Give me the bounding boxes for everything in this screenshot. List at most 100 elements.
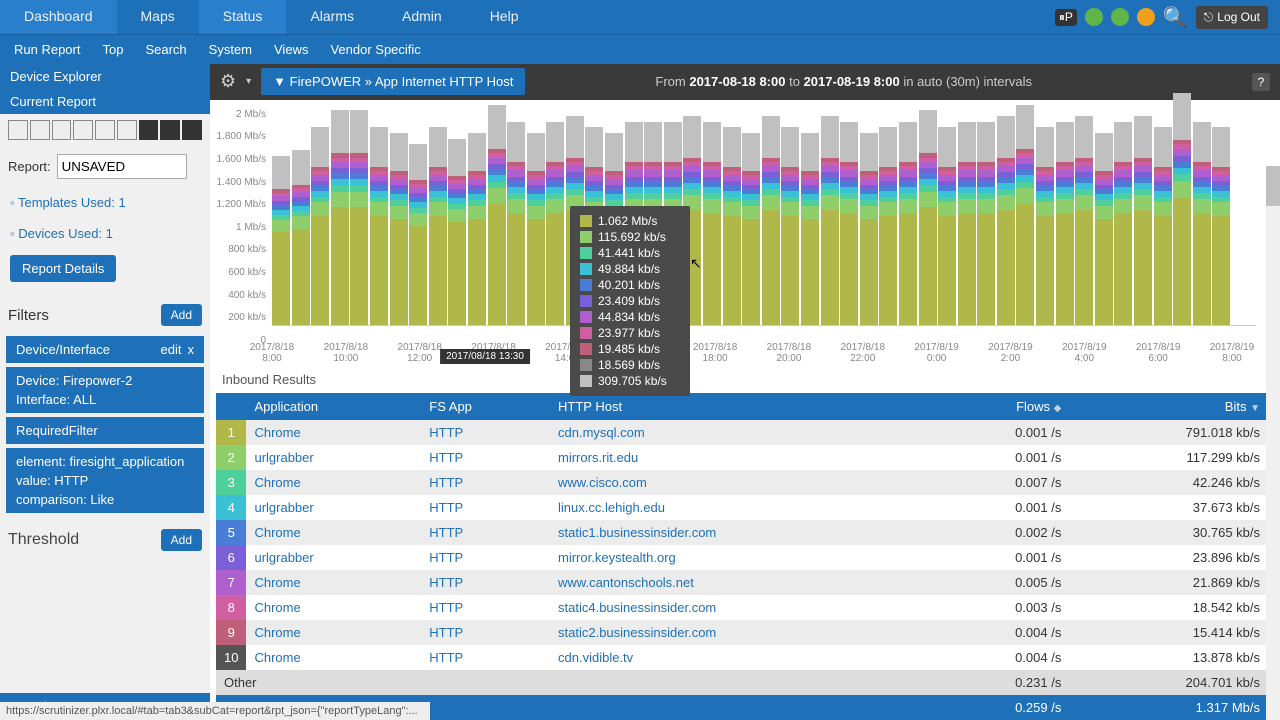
- fsapp-link[interactable]: HTTP: [429, 525, 463, 540]
- table-row[interactable]: 10ChromeHTTPcdn.vidible.tv0.004 /s13.878…: [216, 645, 1268, 670]
- host-link[interactable]: static2.businessinsider.com: [558, 625, 716, 640]
- col-fsapp[interactable]: FS App: [421, 393, 550, 420]
- chart-bar[interactable]: [1173, 93, 1191, 325]
- nav-system[interactable]: System: [209, 42, 252, 57]
- chart-bar[interactable]: [292, 150, 310, 325]
- chart[interactable]: 2017/08/18 13:30 ↖ 2 Mb/s1.800 Mb/s1.600…: [210, 100, 1280, 366]
- status-ok2-icon[interactable]: [1111, 8, 1129, 26]
- nav-vendor[interactable]: Vendor Specific: [330, 42, 420, 57]
- chart-bar[interactable]: [958, 122, 976, 325]
- chart-bar[interactable]: [1114, 122, 1132, 325]
- chart-bar[interactable]: [703, 122, 721, 325]
- chart-bar[interactable]: [507, 122, 525, 325]
- nav-top[interactable]: Top: [102, 42, 123, 57]
- app-link[interactable]: urlgrabber: [254, 450, 313, 465]
- tab-alarms[interactable]: Alarms: [286, 0, 378, 34]
- chart-bar[interactable]: [997, 116, 1015, 325]
- status-warn-icon[interactable]: [1137, 8, 1155, 26]
- tab-dashboard[interactable]: Dashboard: [0, 0, 117, 34]
- col-bits[interactable]: Bits ▼: [1069, 393, 1268, 420]
- chart-bar[interactable]: [742, 133, 760, 325]
- col-application[interactable]: Application: [246, 393, 421, 420]
- search-icon[interactable]: 🔍: [1163, 5, 1188, 30]
- breadcrumb[interactable]: ▼ FirePOWER » App Internet HTTP Host: [261, 68, 525, 95]
- app-link[interactable]: urlgrabber: [254, 500, 313, 515]
- chart-bar[interactable]: [1075, 116, 1093, 325]
- host-link[interactable]: static1.businessinsider.com: [558, 525, 716, 540]
- chart-bar[interactable]: [762, 116, 780, 325]
- chart-bar[interactable]: [350, 110, 368, 325]
- table-row[interactable]: 1ChromeHTTPcdn.mysql.com0.001 /s791.018 …: [216, 420, 1268, 445]
- chart-bar[interactable]: [840, 122, 858, 325]
- host-link[interactable]: mirror.keystealth.org: [558, 550, 676, 565]
- tab-status[interactable]: Status: [199, 0, 287, 34]
- table-row[interactable]: 9ChromeHTTPstatic2.businessinsider.com0.…: [216, 620, 1268, 645]
- fsapp-link[interactable]: HTTP: [429, 575, 463, 590]
- nav-run-report[interactable]: Run Report: [14, 42, 80, 57]
- app-link[interactable]: Chrome: [254, 425, 300, 440]
- filter-close-icon[interactable]: x: [188, 342, 195, 357]
- tab-maps[interactable]: Maps: [117, 0, 199, 34]
- chart-bar[interactable]: [1154, 127, 1172, 325]
- tool-icon-1[interactable]: [8, 120, 28, 140]
- templates-used[interactable]: ◦ Templates Used: 1: [0, 187, 210, 218]
- host-link[interactable]: cdn.mysql.com: [558, 425, 645, 440]
- col-flows[interactable]: Flows ◆: [933, 393, 1070, 420]
- fsapp-link[interactable]: HTTP: [429, 450, 463, 465]
- export-csv-icon[interactable]: [139, 120, 159, 140]
- app-link[interactable]: Chrome: [254, 525, 300, 540]
- col-num[interactable]: [216, 393, 246, 420]
- tool-icon-5[interactable]: [95, 120, 115, 140]
- fsapp-link[interactable]: HTTP: [429, 550, 463, 565]
- status-ok-icon[interactable]: [1085, 8, 1103, 26]
- gear-icon[interactable]: ⚙: [220, 71, 236, 92]
- add-filter-button[interactable]: Add: [161, 304, 202, 326]
- chart-bar[interactable]: [448, 139, 466, 325]
- fsapp-link[interactable]: HTTP: [429, 425, 463, 440]
- host-link[interactable]: cdn.vidible.tv: [558, 650, 633, 665]
- app-link[interactable]: Chrome: [254, 600, 300, 615]
- filter-required[interactable]: RequiredFilter: [6, 417, 204, 444]
- sidebar-device-explorer[interactable]: Device Explorer: [0, 64, 210, 89]
- report-details-button[interactable]: Report Details: [10, 255, 116, 282]
- host-link[interactable]: www.cisco.com: [558, 475, 647, 490]
- host-link[interactable]: linux.cc.lehigh.edu: [558, 500, 665, 515]
- table-row[interactable]: 6urlgrabberHTTPmirror.keystealth.org0.00…: [216, 545, 1268, 570]
- chart-bar[interactable]: [1036, 127, 1054, 325]
- nav-views[interactable]: Views: [274, 42, 308, 57]
- app-link[interactable]: Chrome: [254, 575, 300, 590]
- help-icon[interactable]: ?: [1252, 73, 1270, 91]
- chart-bar[interactable]: [370, 127, 388, 325]
- report-name-input[interactable]: [57, 154, 187, 179]
- host-link[interactable]: static4.businessinsider.com: [558, 600, 716, 615]
- table-row[interactable]: 7ChromeHTTPwww.cantonschools.net0.005 /s…: [216, 570, 1268, 595]
- chart-bar[interactable]: [977, 122, 995, 325]
- chart-bar[interactable]: [1193, 122, 1211, 325]
- chart-bar[interactable]: [272, 156, 290, 325]
- tool-icon-3[interactable]: [52, 120, 72, 140]
- table-row[interactable]: 5ChromeHTTPstatic1.businessinsider.com0.…: [216, 520, 1268, 545]
- chart-bar[interactable]: [821, 116, 839, 325]
- fsapp-link[interactable]: HTTP: [429, 600, 463, 615]
- tool-icon-6[interactable]: [117, 120, 137, 140]
- app-link[interactable]: Chrome: [254, 475, 300, 490]
- export-pdf-icon[interactable]: [160, 120, 180, 140]
- col-host[interactable]: HTTP Host: [550, 393, 933, 420]
- fsapp-link[interactable]: HTTP: [429, 500, 463, 515]
- tool-icon-4[interactable]: [73, 120, 93, 140]
- chart-bar[interactable]: [546, 122, 564, 325]
- chart-bar[interactable]: [1095, 133, 1113, 325]
- chart-bar[interactable]: [1134, 116, 1152, 325]
- app-link[interactable]: Chrome: [254, 650, 300, 665]
- sidebar-current-report[interactable]: Current Report: [0, 89, 210, 114]
- app-link[interactable]: Chrome: [254, 625, 300, 640]
- park-icon[interactable]: ⏸P: [1055, 9, 1077, 26]
- export-mail-icon[interactable]: [182, 120, 202, 140]
- chart-bar[interactable]: [919, 110, 937, 325]
- table-row[interactable]: 4urlgrabberHTTPlinux.cc.lehigh.edu0.001 …: [216, 495, 1268, 520]
- tab-admin[interactable]: Admin: [378, 0, 466, 34]
- filter-edit-link[interactable]: edit: [161, 342, 182, 357]
- chart-bar[interactable]: [860, 133, 878, 325]
- fsapp-link[interactable]: HTTP: [429, 625, 463, 640]
- chart-bar[interactable]: [311, 127, 329, 325]
